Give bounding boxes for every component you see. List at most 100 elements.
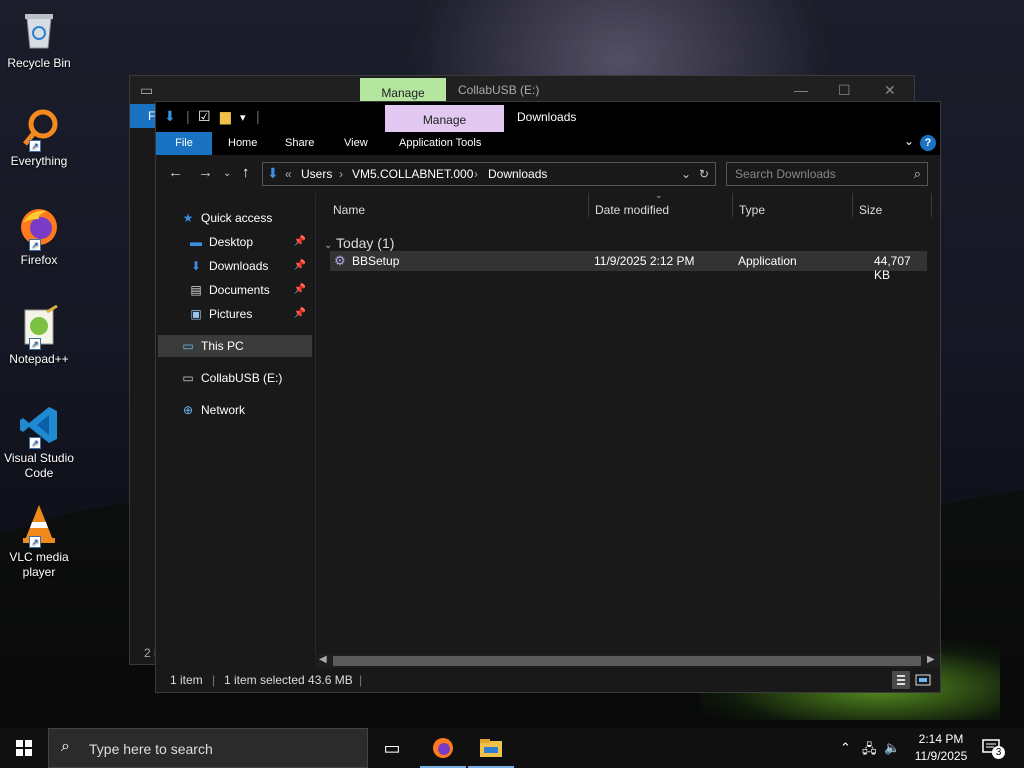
nav-desktop[interactable]: ▬ Desktop 📌 — [188, 231, 310, 253]
explorer-window-downloads[interactable]: ⬇ | ☑ ▆ ▾ | Manage Downloads File Home S… — [155, 101, 941, 693]
breadcrumb-overflow[interactable]: « — [285, 167, 292, 181]
search-input[interactable]: Search Downloads ⌕ — [726, 162, 928, 186]
desktop-icon-firefox[interactable]: ↗ Firefox — [2, 205, 76, 268]
tab-manage[interactable]: Manage — [385, 105, 504, 132]
status-selection: 1 item selected 43.6 MB — [224, 673, 353, 687]
minimize-button[interactable]: — — [794, 82, 808, 98]
desktop-icon-vlc[interactable]: ↗ VLC media player — [2, 502, 76, 580]
action-center-button[interactable]: 3 — [980, 736, 1005, 760]
nav-collabusb[interactable]: ▭ CollabUSB (E:) — [180, 367, 310, 389]
tab-home[interactable]: Home — [228, 132, 257, 155]
sort-indicator-icon: ⌄ — [655, 190, 663, 200]
search-placeholder: Search Downloads — [735, 167, 836, 181]
window-title: CollabUSB (E:) — [458, 83, 540, 97]
table-row[interactable]: ⚙ BBSetup 11/9/2025 2:12 PM Application … — [330, 251, 927, 282]
ribbon-tabs: File Home Share View Application Tools ⌄… — [156, 132, 940, 155]
search-icon: ⌕ — [913, 166, 921, 181]
large-icons-view-button[interactable] — [914, 671, 932, 689]
up-button[interactable]: ↑ — [242, 164, 250, 181]
show-hidden-icons-button[interactable]: ⌃ — [840, 740, 851, 756]
desktop-icon-notepad-plus-plus[interactable]: ↗ Notepad++ — [2, 304, 76, 367]
scrollbar-thumb[interactable] — [333, 656, 921, 666]
pin-icon[interactable]: 📌 — [294, 231, 306, 253]
breadcrumb-users[interactable]: Users — [301, 167, 332, 181]
volume-muted-icon[interactable]: 🔈 — [884, 740, 900, 756]
refresh-icon[interactable]: ↻ — [699, 167, 709, 181]
horizontal-scrollbar[interactable]: ◀ ▶ — [315, 654, 940, 668]
help-icon[interactable]: ? — [920, 135, 936, 151]
shortcut-arrow-icon: ↗ — [29, 239, 41, 251]
forward-button[interactable]: → — [198, 164, 213, 181]
network-tray-icon[interactable]: 🖧 — [862, 740, 877, 762]
column-header-name[interactable]: Name — [333, 203, 365, 217]
recent-locations-button[interactable]: ⌄ — [223, 168, 231, 179]
column-divider[interactable] — [732, 193, 733, 217]
shortcut-arrow-icon: ↗ — [29, 536, 41, 548]
pictures-folder-icon: ▣ — [190, 307, 202, 321]
scroll-left-icon[interactable]: ◀ — [319, 654, 327, 665]
desktop-icon-everything[interactable]: ↗ Everything — [2, 106, 76, 169]
window-title: Downloads — [517, 110, 577, 124]
title-bar[interactable]: ▭ Manage CollabUSB (E:) — ☐ ✕ — [130, 76, 914, 104]
desktop-icon-vscode[interactable]: ↗ Visual Studio Code — [2, 403, 76, 481]
search-placeholder: Type here to search — [89, 741, 213, 757]
nav-label: Quick access — [201, 211, 273, 225]
group-header[interactable]: ⌄ Today (1) — [324, 235, 394, 251]
breadcrumb-downloads[interactable]: Downloads — [488, 167, 547, 181]
column-header-date-modified[interactable]: Date modified — [595, 203, 669, 217]
address-row: ← → ⌄ ↑ ⬇ « Users › VM5.COLLABNET.000 › … — [156, 155, 940, 193]
tab-file[interactable]: File — [156, 132, 212, 155]
column-divider[interactable] — [931, 193, 932, 217]
breadcrumb-vm5[interactable]: VM5.COLLABNET.000 — [352, 167, 473, 181]
column-divider[interactable] — [852, 193, 853, 217]
taskbar-firefox[interactable] — [420, 728, 466, 768]
pin-icon[interactable]: 📌 — [294, 255, 306, 277]
taskbar-file-explorer[interactable] — [468, 728, 514, 768]
system-clock[interactable]: 2:14 PM 11/9/2025 — [906, 731, 976, 765]
new-folder-icon[interactable]: ▆ — [220, 108, 231, 125]
pin-icon[interactable]: 📌 — [294, 279, 306, 301]
vscode-icon: ↗ — [17, 403, 61, 449]
close-button[interactable]: ✕ — [884, 82, 896, 99]
column-divider[interactable] — [588, 193, 589, 217]
clock-date: 11/9/2025 — [914, 749, 968, 763]
properties-icon[interactable]: ☑ — [198, 108, 211, 125]
tab-application-tools[interactable]: Application Tools — [399, 132, 481, 155]
tab-file[interactable]: F — [130, 104, 156, 128]
column-header-size[interactable]: Size — [859, 203, 882, 217]
windows-logo-icon — [16, 740, 32, 756]
desktop-icon-label: Everything — [10, 154, 68, 168]
taskbar-search-box[interactable]: ⌕ Type here to search — [48, 728, 368, 768]
task-view-button[interactable]: ▭ — [369, 728, 415, 768]
column-header-type[interactable]: Type — [739, 203, 765, 217]
title-bar[interactable]: ⬇ | ☑ ▆ ▾ | Manage Downloads — [156, 102, 940, 132]
notification-count-badge: 3 — [992, 746, 1005, 759]
start-button[interactable] — [0, 728, 48, 768]
shortcut-arrow-icon: ↗ — [29, 338, 41, 350]
star-icon: ★ — [182, 211, 194, 225]
nav-downloads[interactable]: ⬇ Downloads 📌 — [188, 255, 310, 277]
desktop-folder-icon: ▬ — [190, 235, 202, 249]
desktop-icon-recycle-bin[interactable]: Recycle Bin — [2, 8, 76, 71]
nav-this-pc[interactable]: ▭ This PC — [158, 335, 312, 357]
address-bar[interactable]: ⬇ « Users › VM5.COLLABNET.000 › Download… — [262, 162, 716, 186]
downloads-folder-icon: ⬇ — [267, 165, 279, 181]
maximize-button[interactable]: ☐ — [838, 82, 851, 99]
nav-documents[interactable]: ▤ Documents 📌 — [188, 279, 310, 301]
tab-share[interactable]: Share — [285, 132, 314, 155]
file-date: 11/9/2025 2:12 PM — [594, 254, 695, 268]
back-button[interactable]: ← — [168, 164, 183, 181]
nav-network[interactable]: ⊕ Network — [180, 399, 310, 421]
address-dropdown-icon[interactable]: ⌄ — [681, 167, 691, 181]
tab-view[interactable]: View — [344, 132, 368, 155]
nav-quick-access[interactable]: ★ Quick access — [180, 207, 310, 229]
navigation-pane: ★ Quick access ▬ Desktop 📌 ⬇ Downloads 📌 ▤ Doc… — [156, 193, 314, 666]
details-view-button[interactable] — [892, 671, 910, 689]
customize-qat-icon[interactable]: ▾ — [240, 111, 246, 124]
usb-drive-icon: ▭ — [182, 371, 194, 385]
expand-ribbon-icon[interactable]: ⌄ — [904, 134, 914, 148]
nav-pictures[interactable]: ▣ Pictures 📌 — [188, 303, 310, 325]
pin-icon[interactable]: 📌 — [294, 303, 306, 325]
scroll-right-icon[interactable]: ▶ — [927, 654, 935, 665]
network-icon: ⊕ — [182, 403, 194, 417]
